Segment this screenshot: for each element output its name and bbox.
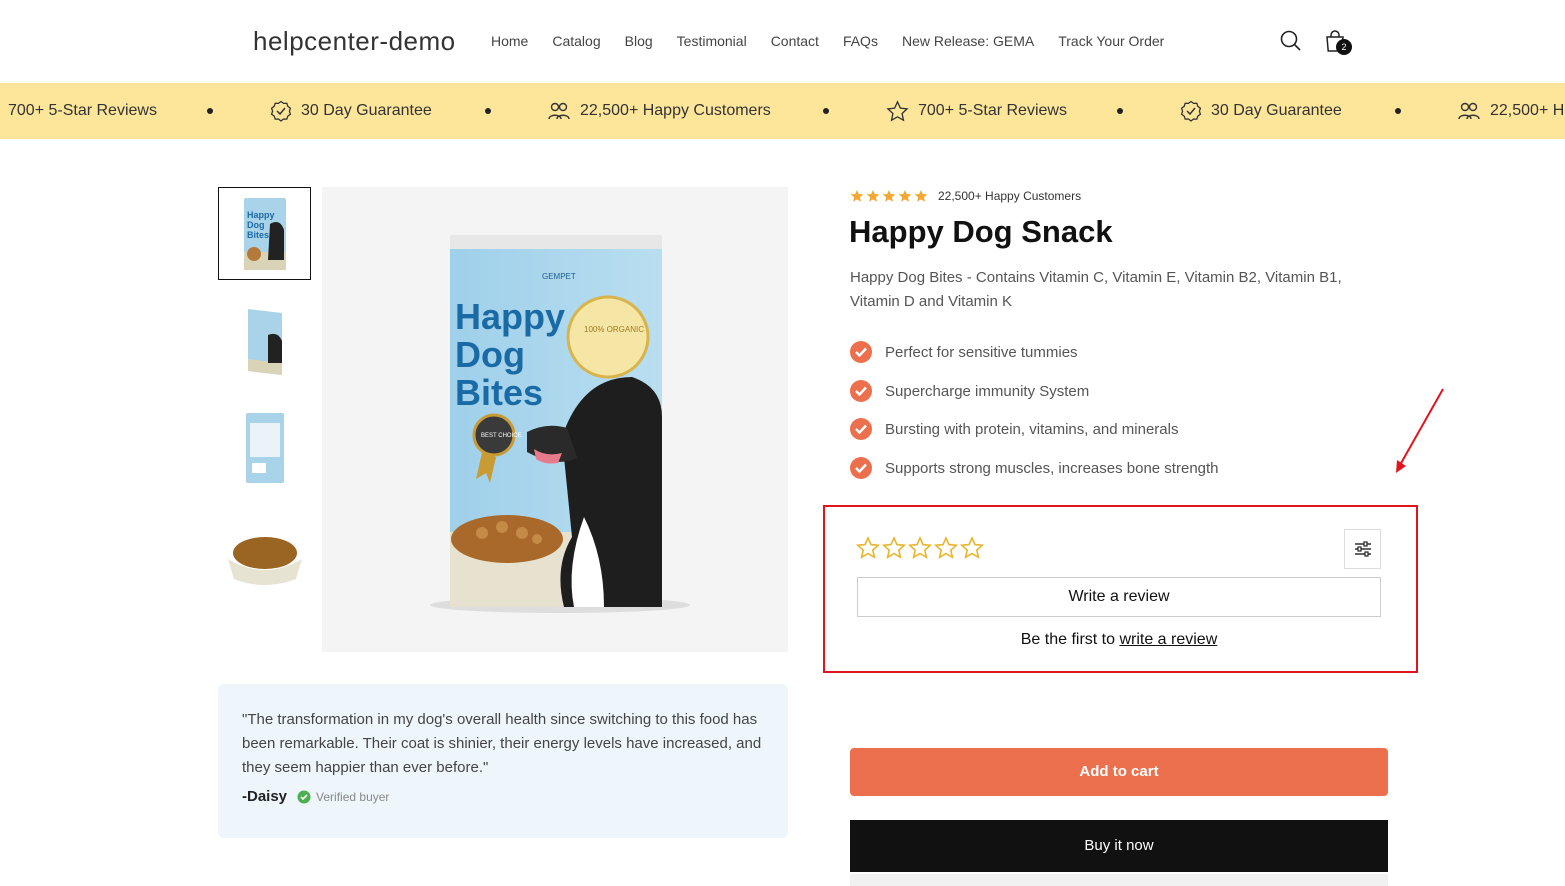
nav-catalog[interactable]: Catalog: [552, 33, 600, 49]
separator-dot: [823, 108, 829, 114]
empty-star-rating[interactable]: [856, 536, 984, 560]
star-outline-icon[interactable]: [908, 536, 932, 560]
check-circle-icon: [850, 380, 872, 402]
add-to-cart-button[interactable]: Add to cart: [850, 748, 1388, 796]
rating-summary: 22,500+ Happy Customers: [850, 189, 1081, 203]
benefit-item: Supercharge immunity System: [850, 380, 1089, 402]
product-main-image[interactable]: GEMPET Happy Dog Bites 100% ORGANIC BEST…: [322, 187, 788, 652]
check-circle-icon: [850, 341, 872, 363]
check-circle-icon: [850, 418, 872, 440]
nav-home[interactable]: Home: [491, 33, 528, 49]
testimonial-quote: "The transformation in my dog's overall …: [242, 711, 762, 776]
product-thumbnail-angle[interactable]: [218, 294, 311, 387]
annotation-arrow: [1396, 388, 1444, 473]
first-review-prompt: Be the first to write a review: [1020, 631, 1218, 648]
five-star-rating-icon: [850, 190, 928, 202]
star-outline-icon[interactable]: [934, 536, 958, 560]
benefit-item: Perfect for sensitive tummies: [850, 341, 1078, 363]
nav-testimonial[interactable]: Testimonial: [677, 33, 747, 49]
write-review-link[interactable]: write a review: [1119, 631, 1217, 648]
cart-count-badge: 2: [1336, 39, 1352, 55]
product-description: Happy Dog Bites - Contains Vitamin C, Vi…: [850, 269, 1342, 310]
separator-dot: [1117, 108, 1123, 114]
users-icon: [1458, 102, 1480, 120]
search-icon[interactable]: [1278, 28, 1304, 54]
nav-new-release[interactable]: New Release: GEMA: [902, 33, 1034, 49]
nav-blog[interactable]: Blog: [625, 33, 653, 49]
star-outline-icon[interactable]: [856, 536, 880, 560]
svg-text:Bites: Bites: [455, 372, 543, 413]
star-icon: [886, 100, 909, 122]
svg-text:GEMPET: GEMPET: [542, 272, 576, 281]
svg-text:Bites: Bites: [247, 230, 269, 240]
buy-now-button[interactable]: Buy it now: [850, 820, 1388, 872]
announce-guarantee-2: 30 Day Guarantee: [1180, 83, 1342, 139]
svg-text:100% ORGANIC: 100% ORGANIC: [584, 325, 644, 334]
announce-reviews: 700+ 5-Star Reviews: [8, 102, 157, 119]
announce-customers: 22,500+ Happy Customers: [547, 83, 771, 139]
users-icon: [548, 102, 570, 120]
review-filter-button[interactable]: [1344, 529, 1381, 569]
product-thumbnail-bowl[interactable]: [218, 507, 311, 600]
verified-buyer-label: Verified buyer: [316, 789, 390, 804]
star-outline-icon[interactable]: [882, 536, 906, 560]
badge-check-icon: [270, 100, 292, 122]
testimonial-author-row: -Daisy Verified buyer: [242, 788, 764, 805]
svg-text:Dog: Dog: [455, 334, 525, 375]
product-title: Happy Dog Snack: [849, 214, 1113, 249]
write-review-button[interactable]: Write a review: [857, 577, 1381, 617]
product-thumbnail-back[interactable]: [218, 400, 311, 493]
separator-dot: [485, 108, 491, 114]
benefit-item: Supports strong muscles, increases bone …: [850, 457, 1219, 479]
nav-track-order[interactable]: Track Your Order: [1058, 33, 1164, 49]
verified-check-icon: [297, 790, 311, 803]
more-payment-options-strip: [850, 874, 1388, 886]
sliders-icon: [1354, 541, 1371, 557]
svg-text:BEST CHOICE: BEST CHOICE: [481, 433, 522, 439]
testimonial-card: "The transformation in my dog's overall …: [218, 684, 788, 838]
site-header: helpcenter-demo Home Catalog Blog Testim…: [0, 0, 1565, 83]
main-nav: Home Catalog Blog Testimonial Contact FA…: [491, 33, 1188, 49]
site-logo[interactable]: helpcenter-demo: [253, 26, 456, 57]
svg-text:Dog: Dog: [247, 220, 265, 230]
check-circle-icon: [850, 457, 872, 479]
product-thumbnail-front[interactable]: Happy Dog Bites: [218, 187, 311, 280]
announcement-bar: 700+ 5-Star Reviews 30 Day Guarantee 22,…: [0, 83, 1565, 139]
announce-customers-2: 22,500+ Ha: [1457, 83, 1565, 139]
rating-text: 22,500+ Happy Customers: [938, 189, 1082, 203]
testimonial-author: -Daisy: [242, 788, 288, 805]
separator-dot: [1395, 108, 1401, 114]
svg-text:Happy: Happy: [247, 210, 275, 220]
badge-check-icon: [1180, 100, 1202, 122]
nav-faqs[interactable]: FAQs: [843, 33, 878, 49]
benefit-item: Bursting with protein, vitamins, and min…: [850, 418, 1178, 440]
star-outline-icon[interactable]: [960, 536, 984, 560]
announce-reviews-2: 700+ 5-Star Reviews: [886, 83, 1067, 139]
announce-guarantee: 30 Day Guarantee: [270, 83, 432, 139]
svg-text:Happy: Happy: [455, 296, 565, 337]
separator-dot: [207, 108, 213, 114]
nav-contact[interactable]: Contact: [771, 33, 819, 49]
